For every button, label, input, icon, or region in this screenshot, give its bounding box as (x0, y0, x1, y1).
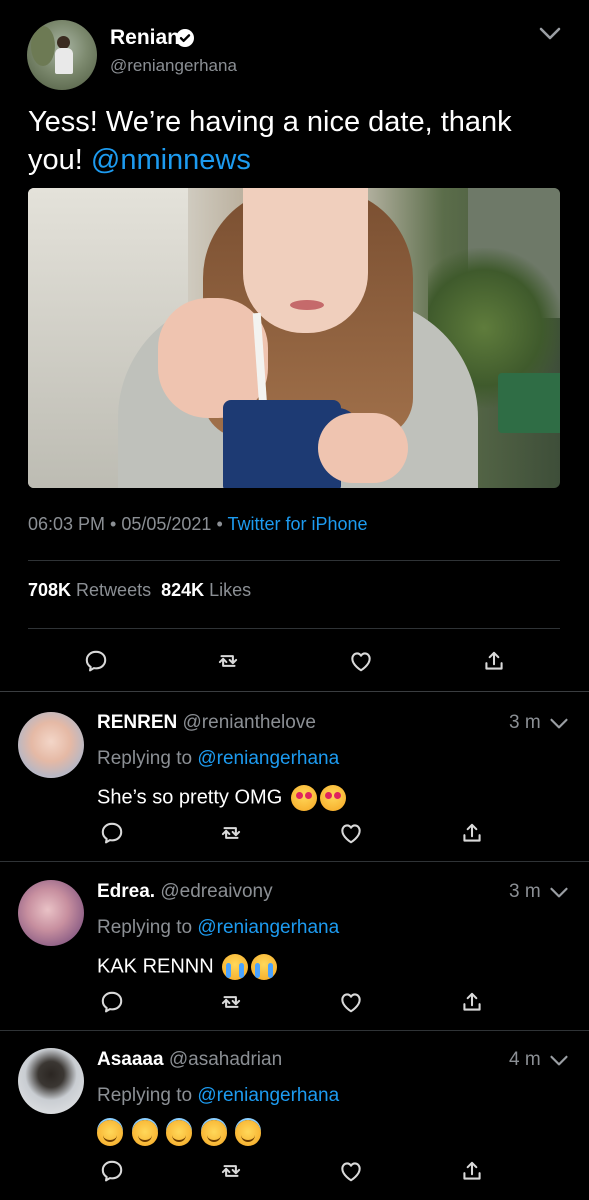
retweets-stat[interactable]: 708K Retweets (28, 580, 151, 600)
author-handle[interactable]: @reniangerhana (110, 56, 237, 76)
chevron-down-icon[interactable] (549, 716, 569, 732)
reply-icon[interactable] (83, 648, 109, 674)
reply-author[interactable]: Edrea. @edreaivony (97, 881, 273, 903)
chevron-down-icon[interactable] (549, 885, 569, 901)
share-icon[interactable] (459, 820, 485, 846)
reply-avatar[interactable] (18, 712, 84, 778)
replying-to: Replying to @reniangerhana (97, 748, 339, 770)
tweet-time: 06:03 PM (28, 514, 106, 534)
tweet-date: 05/05/2021 (121, 514, 212, 534)
divider (28, 628, 560, 629)
author-avatar[interactable] (27, 20, 97, 90)
replying-to: Replying to @reniangerhana (97, 1085, 339, 1107)
reply-time: 4 m (509, 1049, 541, 1070)
like-icon[interactable] (338, 989, 364, 1015)
heart-eyes-emoji (319, 785, 346, 811)
chevron-down-icon[interactable] (549, 1053, 569, 1069)
smiling-halo-emoji (200, 1120, 227, 1146)
tweet-mention-link[interactable]: @nminnews (91, 144, 251, 176)
tweet-stats: 708K Retweets 824K Likes (28, 580, 251, 601)
divider (28, 560, 560, 561)
reply-author[interactable]: RENREN @renianthelove (97, 712, 316, 734)
share-icon[interactable] (481, 648, 507, 674)
smiling-halo-emoji (166, 1120, 193, 1146)
tweet-source-link[interactable]: Twitter for iPhone (227, 514, 367, 534)
retweets-label: Retweets (76, 580, 152, 600)
share-icon[interactable] (459, 989, 485, 1015)
tweet-photo[interactable] (28, 188, 560, 488)
share-icon[interactable] (459, 1158, 485, 1184)
reply-name: Edrea. (97, 881, 156, 902)
likes-label: Likes (209, 580, 252, 600)
like-icon[interactable] (338, 1158, 364, 1184)
retweet-icon[interactable] (215, 648, 241, 674)
replying-label: Replying to (97, 917, 193, 938)
reply-icon[interactable] (99, 820, 125, 846)
reply-handle: @asahadrian (168, 1049, 283, 1070)
like-icon[interactable] (338, 820, 364, 846)
reply-handle: @edreaivony (160, 881, 273, 902)
retweet-icon[interactable] (218, 989, 244, 1015)
smiling-halo-emoji (97, 1120, 123, 1146)
replying-to-link[interactable]: @reniangerhana (197, 1085, 339, 1106)
tweet-text: Yess! We’re having a nice date, thank yo… (28, 103, 568, 179)
separator: • (105, 514, 122, 534)
retweet-icon[interactable] (218, 1158, 244, 1184)
replying-to-link[interactable]: @reniangerhana (197, 917, 339, 938)
reply-icon[interactable] (99, 989, 125, 1015)
reply-body: KAK RENNN (97, 955, 214, 978)
divider (0, 861, 589, 862)
reply-time: 3 m (509, 712, 541, 733)
like-icon[interactable] (348, 648, 374, 674)
divider (0, 1030, 589, 1031)
reply-body: She’s so pretty OMG (97, 786, 283, 809)
separator: • (211, 514, 228, 534)
likes-count: 824K (161, 580, 205, 600)
reply-avatar[interactable] (18, 1048, 84, 1114)
smiling-halo-emoji (235, 1120, 262, 1146)
replying-to: Replying to @reniangerhana (97, 917, 339, 939)
likes-stat[interactable]: 824K Likes (161, 580, 251, 600)
replying-label: Replying to (97, 748, 193, 769)
smiling-halo-emoji (131, 1120, 158, 1146)
reply-text: KAK RENNN (97, 954, 278, 980)
reply-time: 3 m (509, 881, 541, 902)
author-name[interactable]: Renian (110, 26, 180, 50)
retweets-count: 708K (28, 580, 72, 600)
reply-avatar[interactable] (18, 880, 84, 946)
verified-badge-icon (176, 29, 194, 47)
heart-eyes-emoji (290, 785, 317, 811)
reply-icon[interactable] (99, 1158, 125, 1184)
retweet-icon[interactable] (218, 820, 244, 846)
replying-to-link[interactable]: @reniangerhana (197, 748, 339, 769)
replying-label: Replying to (97, 1085, 193, 1106)
reply-handle: @renianthelove (182, 712, 316, 733)
reply-text: She’s so pretty OMG (97, 785, 346, 811)
tweet-timestamp: 06:03 PM • 05/05/2021 • Twitter for iPho… (28, 514, 368, 535)
reply-text (97, 1120, 262, 1146)
reply-name: RENREN (97, 712, 178, 733)
reply-name: Asaaaa (97, 1049, 164, 1070)
loudly-crying-emoji (251, 954, 278, 980)
reply-author[interactable]: Asaaaa @asahadrian (97, 1049, 282, 1071)
loudly-crying-emoji (222, 954, 249, 980)
chevron-down-icon[interactable] (538, 24, 562, 44)
divider (0, 691, 589, 692)
